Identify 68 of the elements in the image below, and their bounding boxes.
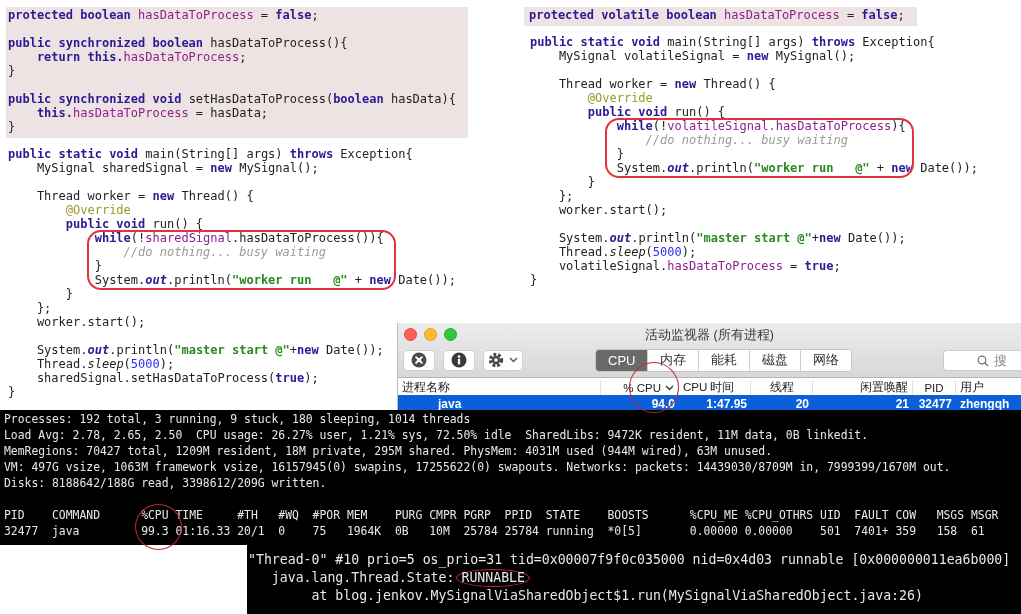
code-line: while(!sharedSignal.hasDataToProcess()){ [93, 231, 384, 245]
column-header[interactable]: 用户 [956, 380, 1021, 395]
terminal-line: MemRegions: 70427 total, 1209M resident, 18M private, 295M shared. PhysMem: 4031M used (944M wired), 63M unused. [4, 443, 773, 459]
code-line: } [93, 259, 102, 273]
table-cell-text: zhengqh [959, 397, 1011, 410]
stop-button[interactable] [403, 349, 435, 371]
table-cell-text: 21 [894, 397, 910, 410]
stop-icon [411, 352, 427, 368]
code-line: Thread worker = new Thread() { [557, 77, 776, 91]
code-line: worker.start(); [557, 203, 668, 217]
code-line: protected volatile boolean hasDataToProcess = false; [529, 8, 905, 22]
code-line: public synchronized boolean hasDataToProcess(){ [8, 36, 348, 50]
code-line: } [64, 287, 74, 301]
code-line: this.hasDataToProcess = hasData; [35, 106, 269, 120]
code-line: public static void main(String[] args) throws Exception{ [8, 147, 413, 161]
terminal-line: "Thread-0" #10 prio=5 os_prio=31 tid=0x00007f9f0c035000 nid=0x4d03 runnable [0x000000011ea6b000] [248, 551, 1011, 569]
code-line: MySignal sharedSignal = new MySignal(); [35, 161, 319, 175]
terminal-line: VM: 497G vsize, 1063M framework vsize, 16157945(0) swapins, 17255622(0) swapouts. Networks: packets: 14439030/8709M in, 7999399/1670M out. [4, 459, 951, 475]
terminal-line: Load Avg: 2.78, 2.65, 2.50 CPU usage: 26.27% user, 1.21% sys, 72.50% idle SharedLibs: 9472K resident, 11M data, 0B linkedit. [4, 427, 869, 443]
code-line: } [615, 147, 624, 161]
code-line: Thread.sleep(5000); [35, 357, 175, 371]
code-line: System.out.println("master start @"+new Date()); [557, 231, 906, 245]
code-line: Thread.sleep(5000); [557, 245, 697, 259]
search-field[interactable]: 搜 [943, 349, 1021, 371]
code-line: while(!volatileSignal.hasDataToProcess){ [615, 119, 906, 133]
table-cell-text: 1:47.95 [705, 397, 748, 410]
code-line: } [586, 175, 596, 189]
terminal-line: at blog.jenkov.MySignalViaSharedObject$1.run(MySignalViaSharedObject.java:26) [310, 587, 923, 605]
code-line: } [8, 120, 16, 134]
code-line: }; [557, 189, 574, 203]
window-title: 活动监视器 (所有进程) [645, 327, 774, 344]
close-button[interactable] [404, 327, 417, 341]
code-line: } [8, 385, 16, 399]
code-line: return this.hasDataToProcess; [35, 50, 247, 64]
code-line: public void run() { [64, 217, 204, 231]
code-line: @Override [64, 203, 131, 217]
terminal-line: Processes: 192 total, 3 running, 9 stuck, 180 sleeping, 1014 threads [4, 411, 471, 427]
table-cell-text: 20 [794, 397, 810, 410]
code-line: //do nothing... busy waiting [122, 245, 326, 259]
terminal-line: Disks: 8188642/188G read, 3398612/209G written. [4, 475, 327, 491]
caret-icon [509, 357, 518, 363]
tab[interactable]: CPU [596, 349, 649, 371]
code-line: volatileSignal.hasDataToProcess = true; [557, 259, 841, 273]
terminal-line: java.lang.Thread.State: [270, 569, 455, 587]
info-icon [451, 352, 467, 368]
code-line: }; [35, 301, 52, 315]
gear-icon [488, 352, 504, 368]
code-line: sharedSignal.setHasDataToProcess(true); [35, 371, 319, 385]
code-line: public synchronized void setHasDataToProcess(boolean hasData){ [8, 92, 456, 106]
code-line: @Override [586, 91, 653, 105]
table-cell-text: 32477 [917, 397, 953, 410]
table-cell-text: java [437, 397, 463, 410]
search-icon [977, 354, 989, 367]
info-button[interactable] [443, 349, 475, 371]
code-line: public void run() { [586, 105, 726, 119]
settings-button[interactable] [483, 349, 523, 371]
code-line: } [530, 273, 538, 287]
code-line: worker.start(); [35, 315, 146, 329]
code-line: public static void main(String[] args) throws Exception{ [530, 35, 935, 49]
code-line: Thread worker = new Thread() { [35, 189, 254, 203]
sort-caret-icon [665, 384, 674, 391]
code-line: MySignal volatileSignal = new MySignal(); [557, 49, 856, 63]
terminal-line: 32477 java 99.3 01:16.33 20/1 0 75 1964K 0B 10M 25784 25784 running *0[5] 0.00000 0.00000 501 7401+ 359 158 61 [4, 523, 985, 539]
code-line: } [8, 64, 16, 78]
code-line: protected boolean hasDataToProcess = false; [8, 8, 319, 22]
code-line: //do nothing... busy waiting [644, 133, 848, 147]
code-line: System.out.println("master start @"+new Date()); [35, 343, 384, 357]
code-line: System.out.println("worker run @" + new Date()); [93, 273, 456, 287]
